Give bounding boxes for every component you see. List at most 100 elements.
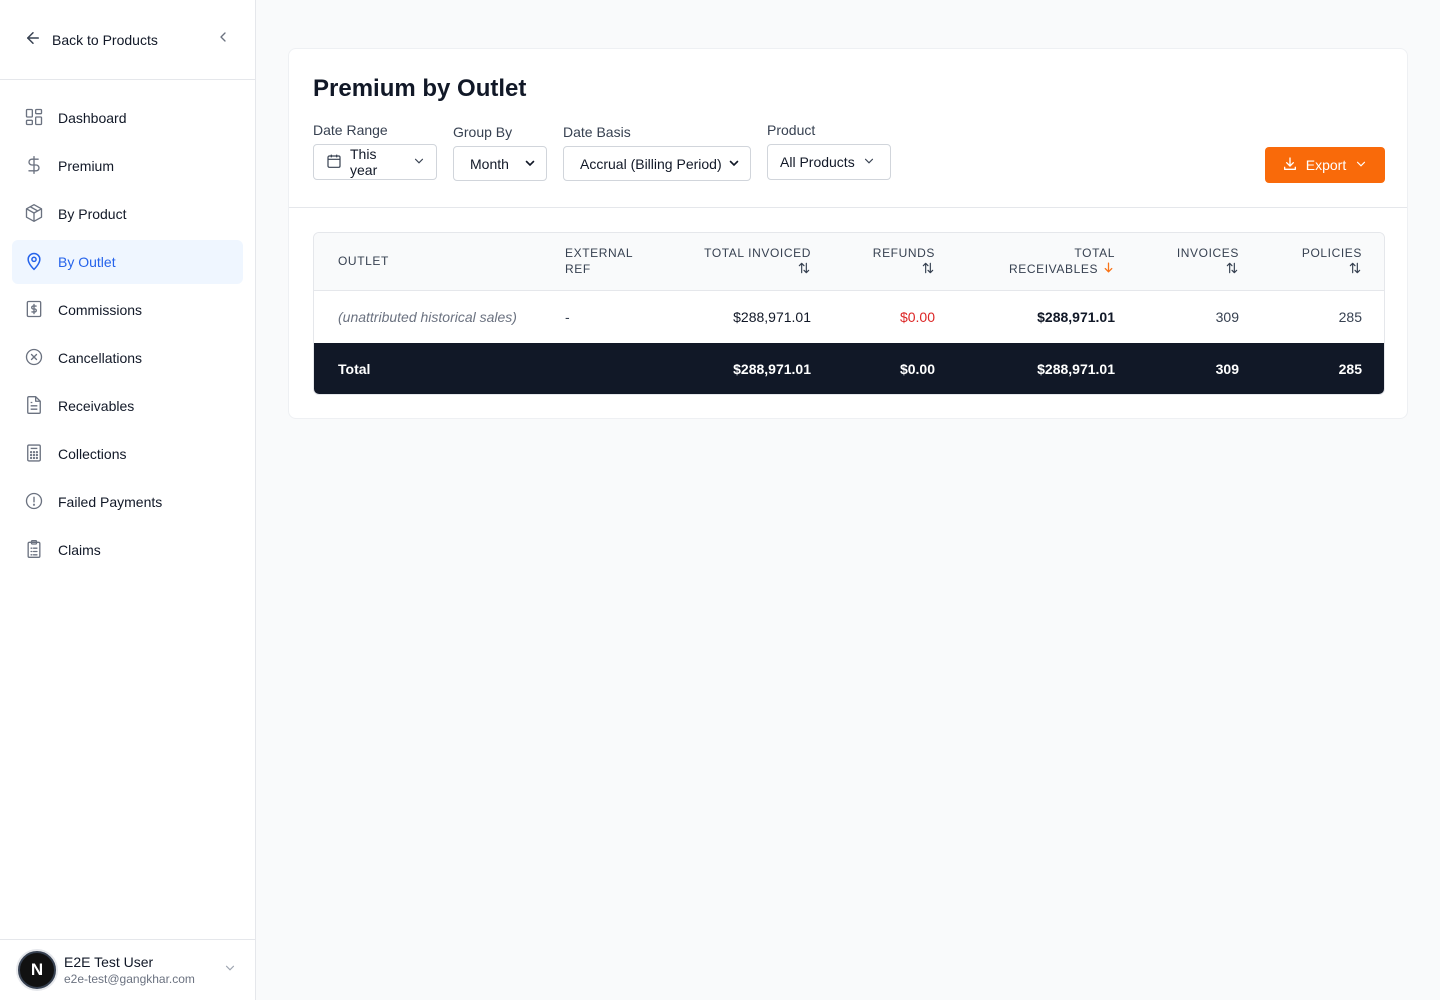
sidebar-item-label: Failed Payments [58,494,163,510]
sidebar-item-by-product[interactable]: By Product [12,192,243,236]
user-menu[interactable]: N E2E Test User e2e-test@gangkhar.com [0,939,255,1000]
column-header-outlet: OUTLET [338,254,389,269]
sidebar-item-dashboard[interactable]: Dashboard [12,96,243,140]
table-total-row: Total $288,971.01 $0.00 $288,971.01 309 … [314,343,1384,394]
product-filter: Product All Products [767,122,891,180]
total-refunds: $0.00 [899,361,935,377]
arrow-left-icon [24,29,42,50]
chevron-left-icon [215,29,231,50]
cell-outlet: (unattributed historical sales) [338,308,517,325]
column-header-total-receivables[interactable]: TOTAL RECEIVABLES [959,233,1139,290]
sidebar-item-by-outlet[interactable]: By Outlet [12,240,243,284]
sidebar-item-label: By Outlet [58,254,116,270]
outlet-table: OUTLET EXTERNAL REF TOTAL INVOICED REFUND… [313,232,1385,395]
export-button[interactable]: Export [1265,147,1385,183]
sort-descending-icon [1102,261,1115,278]
sidebar-item-label: Claims [58,542,101,558]
sidebar-item-label: Dashboard [58,110,127,126]
sidebar-item-receivables[interactable]: Receivables [12,384,243,428]
product-button[interactable]: All Products [767,144,891,180]
alert-circle-icon [24,491,44,514]
column-header-refunds[interactable]: REFUNDS [835,233,959,290]
chevron-down-icon [412,154,426,171]
table-row[interactable]: (unattributed historical sales) - $288,9… [314,290,1384,343]
sidebar-item-label: Premium [58,158,115,174]
date-basis-select[interactable]: Accrual (Billing Period) [563,146,751,181]
avatar: N [18,951,56,989]
document-icon [24,395,44,418]
cell-total-receivables: $288,971.01 [1037,308,1115,325]
sidebar-item-label: Collections [58,446,127,462]
group-by-select[interactable]: Month [453,146,547,181]
date-range-label: Date Range [313,122,388,138]
sidebar-item-premium[interactable]: Premium [12,144,243,188]
cell-invoices: 309 [1215,308,1239,325]
card-divider [289,207,1407,208]
sidebar-item-claims[interactable]: Claims [12,528,243,572]
user-email: e2e-test@gangkhar.com [64,971,195,986]
group-by-filter: Group By Month [453,124,547,181]
total-total-invoiced: $288,971.01 [733,361,811,377]
date-basis-label: Date Basis [563,124,631,140]
sort-icon [1225,261,1239,278]
total-policies: 285 [1338,361,1362,377]
group-by-label: Group By [453,124,513,140]
product-value: All Products [780,154,855,170]
sidebar-nav: Dashboard Premium By Product By Outlet C… [0,80,255,572]
column-header-label: RECEIVABLES [1008,261,1099,276]
package-icon [24,203,44,226]
dashboard-icon [24,107,44,130]
sidebar-item-collections[interactable]: Collections [12,432,243,476]
sidebar-header: Back to Products [0,0,255,80]
sidebar-item-commissions[interactable]: Commissions [12,288,243,332]
x-circle-icon [24,347,44,370]
page-title: Premium by Outlet [313,75,527,102]
column-header-invoices[interactable]: INVOICES [1139,233,1263,290]
sidebar-item-failed-payments[interactable]: Failed Payments [12,480,243,524]
column-header-external-ref: EXTERNAL REF [565,246,634,277]
date-basis-filter: Date Basis Accrual (Billing Period) [563,124,751,181]
cell-refunds: $0.00 [899,308,935,325]
sidebar-item-label: By Product [58,206,127,222]
sidebar-item-label: Receivables [58,398,135,414]
column-header-total-invoiced[interactable]: TOTAL INVOICED [654,233,835,290]
date-basis-value: Accrual (Billing Period) [580,155,722,172]
collapse-sidebar-button[interactable] [215,29,231,50]
user-info: E2E Test User e2e-test@gangkhar.com [64,954,195,987]
clipboard-icon [24,539,44,562]
back-to-products-link[interactable]: Back to Products [24,29,158,50]
calendar-icon [326,153,342,172]
calculator-icon [24,443,44,466]
chevron-down-icon [728,156,740,172]
column-header-policies[interactable]: POLICIES [1263,233,1384,290]
chevron-down-icon [223,961,237,980]
cell-total-invoiced: $288,971.01 [733,308,811,325]
cell-external-ref: - [565,308,570,325]
date-range-button[interactable]: This year [313,144,437,180]
receipt-dollar-icon [24,299,44,322]
chevron-down-icon [1354,157,1368,174]
sort-icon [921,261,935,278]
chevron-down-icon [524,156,536,172]
dollar-icon [24,155,44,178]
total-invoices: 309 [1215,361,1239,377]
report-card: Premium by Outlet Date Range This year G… [288,48,1408,419]
date-range-filter: Date Range This year [313,122,437,180]
back-to-products-label: Back to Products [52,31,158,48]
export-label: Export [1305,157,1347,173]
total-total-receivables: $288,971.01 [1037,361,1115,377]
cell-policies: 285 [1338,308,1362,325]
total-label: Total [338,361,371,377]
sort-icon [1348,261,1362,278]
sidebar-item-cancellations[interactable]: Cancellations [12,336,243,380]
user-name: E2E Test User [64,953,154,970]
date-range-value: This year [350,146,378,178]
chevron-down-icon [862,154,876,171]
sort-icon [797,261,811,278]
table-header-row: OUTLET EXTERNAL REF TOTAL INVOICED REFUND… [314,233,1384,290]
sidebar-item-label: Cancellations [58,350,143,366]
download-icon [1282,156,1298,175]
group-by-value: Month [470,155,509,172]
product-label: Product [767,122,816,138]
total-external-ref [541,343,654,394]
